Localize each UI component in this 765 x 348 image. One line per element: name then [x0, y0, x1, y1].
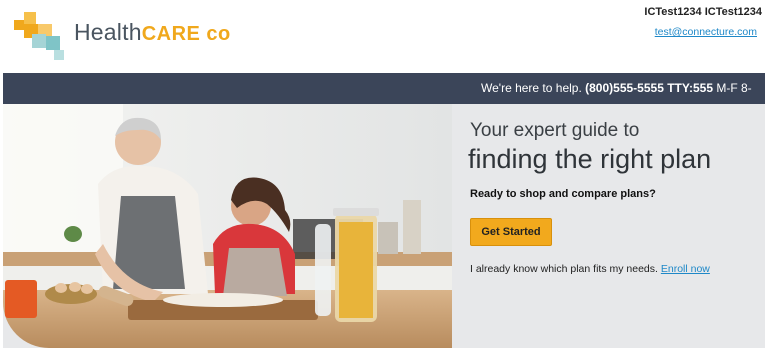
user-name: ICTest1234 ICTest1234 [644, 6, 762, 18]
brand-name-care: CARE co [141, 23, 231, 45]
hero-title: finding the right plan [468, 144, 712, 174]
enroll-line: I already know which plan fits my needs.… [470, 263, 710, 275]
hero-photo [3, 104, 452, 348]
brand-logo-icon[interactable] [14, 12, 68, 62]
enroll-now-link[interactable]: Enroll now [661, 263, 710, 275]
get-started-button[interactable]: Get Started [470, 218, 552, 246]
hero-banner: Your expert guide to finding the right p… [3, 104, 765, 348]
help-phone[interactable]: (800)555-5555 TTY:555 [585, 81, 713, 95]
brand-name-health: Health [74, 19, 142, 45]
hero-question: Ready to shop and compare plans? [470, 188, 656, 200]
enroll-text: I already know which plan fits my needs. [470, 263, 658, 275]
hero-subtitle: Your expert guide to [470, 120, 640, 141]
brand-name[interactable]: HealthCARE co [74, 19, 231, 46]
help-bar: We're here to help. (800)555-5555 TTY:55… [3, 73, 765, 104]
help-bar-text: We're here to help. (800)555-5555 TTY:55… [481, 81, 752, 95]
site-header: HealthCARE co ICTest1234 ICTest1234 test… [0, 0, 765, 73]
help-hours: M-F 8- [716, 81, 752, 95]
help-lead: We're here to help. [481, 81, 582, 95]
user-email-link[interactable]: test@connecture.com [655, 26, 757, 38]
